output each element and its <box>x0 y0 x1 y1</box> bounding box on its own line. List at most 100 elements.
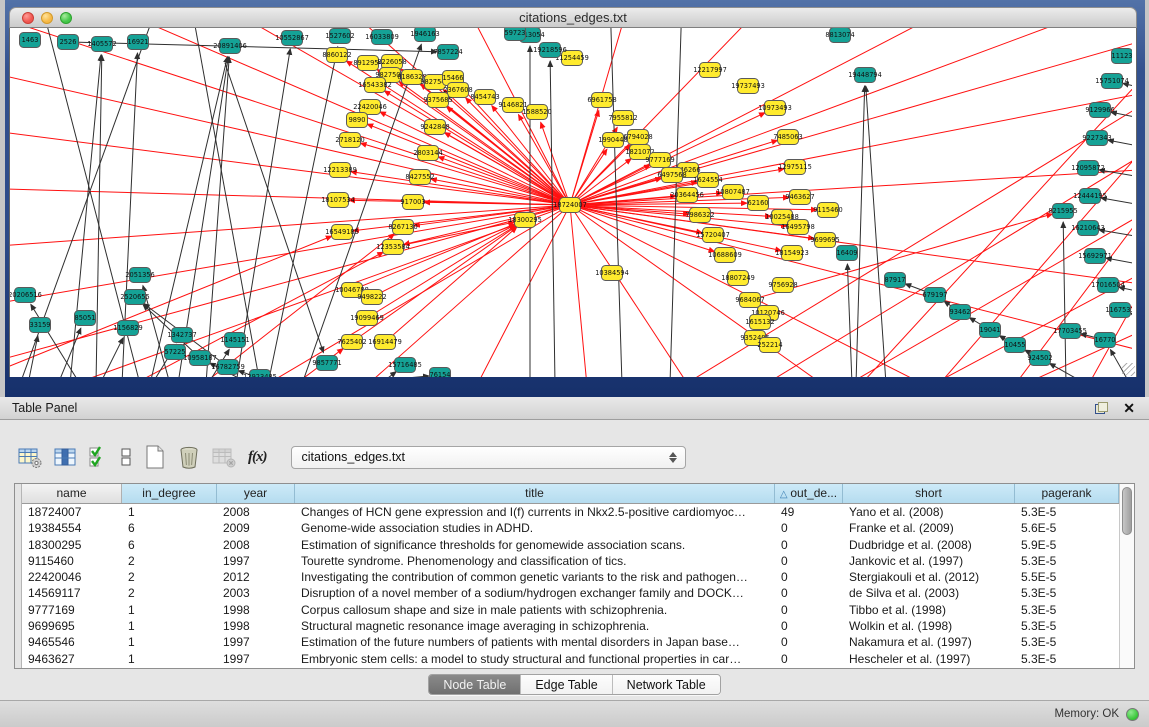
scrollbar-thumb[interactable] <box>1122 487 1132 535</box>
column-header-title[interactable]: title <box>295 484 775 503</box>
delete-rows-trash-icon[interactable] <box>178 445 200 469</box>
table-row[interactable]: 911546021997Tourette syndrome. Phenomeno… <box>22 553 1119 569</box>
table-cell: 1 <box>122 651 217 667</box>
function-builder-icon[interactable]: f(x) <box>248 449 267 466</box>
table-cell: 19384554 <box>22 520 122 536</box>
table-cell: 1 <box>122 602 217 618</box>
table-cell: 5.3E-5 <box>1015 585 1119 601</box>
table-panel-title: Table Panel <box>0 401 77 415</box>
table-cell: Estimation of significance thresholds fo… <box>295 537 775 553</box>
table-cell: 2008 <box>217 504 295 520</box>
graph-node-label: 10973493 <box>758 104 792 112</box>
network-window-titlebar[interactable]: citations_edges.txt <box>9 7 1137 28</box>
graph-node-label: 1588520 <box>522 108 551 116</box>
tab-edge-table[interactable]: Edge Table <box>521 675 612 694</box>
table-settings-icon[interactable] <box>18 447 42 468</box>
graph-edge <box>340 376 429 377</box>
graph-edge <box>10 205 570 308</box>
graph-node-label: 10552867 <box>275 34 309 42</box>
column-header-pagerank[interactable]: pagerank <box>1015 484 1119 503</box>
table-row[interactable]: 1830029562008Estimation of significance … <box>22 537 1119 553</box>
minimize-window-button[interactable] <box>41 12 53 24</box>
show-columns-icon[interactable] <box>54 447 76 467</box>
table-selector-dropdown[interactable]: citations_edges.txt <box>291 446 686 469</box>
column-header-in_degree[interactable]: in_degree <box>122 484 217 503</box>
memory-status-led-icon <box>1126 708 1139 721</box>
table-cell: Disruption of a novel member of a sodium… <box>295 585 775 601</box>
column-header-year[interactable]: year <box>217 484 295 503</box>
table-cell: 1998 <box>217 602 295 618</box>
table-cell: de Silva et al. (2003) <box>843 585 1015 601</box>
network-canvas[interactable]: 1872400788601228912954822605898275031654… <box>9 28 1137 377</box>
graph-node-label: 15751074 <box>1095 77 1129 85</box>
graph-edge <box>856 86 865 377</box>
table-cell: 0 <box>775 553 843 569</box>
table-cell: 22420046 <box>22 569 122 585</box>
vertical-scrollbar[interactable] <box>1119 484 1134 668</box>
table-row[interactable]: 977716911998Corpus callosum shape and si… <box>22 602 1119 618</box>
graph-node-label: 15466 <box>443 74 464 82</box>
column-header-out_de[interactable]: △ out_de... <box>775 484 843 503</box>
table-row[interactable]: 1456911722003Disruption of a novel membe… <box>22 585 1119 601</box>
graph-node-label: 1167533 <box>1105 306 1132 314</box>
graph-node-label: 12444195 <box>1073 192 1107 200</box>
graph-edge <box>58 328 81 377</box>
table-row[interactable]: 946554611997Estimation of the future num… <box>22 634 1119 650</box>
table-row[interactable]: 1938455462009Genome-wide association stu… <box>22 520 1119 536</box>
graph-node-label: 9890 <box>349 116 366 124</box>
table-row[interactable]: 969969511998Structural magnetic resonanc… <box>22 618 1119 634</box>
table-cell: 2003 <box>217 585 295 601</box>
graph-node-label: 6961758 <box>587 96 616 104</box>
table-cell: 6 <box>122 537 217 553</box>
graph-node-label: 1615132 <box>745 318 774 326</box>
tab-network-table[interactable]: Network Table <box>613 675 720 694</box>
node-layer: 1872400788601228912954822605898275031654… <box>10 28 1132 377</box>
zoom-window-button[interactable] <box>60 12 72 24</box>
graph-node-label: 9129966 <box>1085 106 1114 114</box>
graph-node-label: 6497568 <box>657 171 686 179</box>
graph-edge <box>1030 368 1132 377</box>
graph-node-label: 33159 <box>30 321 51 329</box>
table-cell: 1 <box>122 618 217 634</box>
graph-edge <box>302 44 421 377</box>
status-bar: Memory: OK <box>0 700 1149 727</box>
graph-node-label: 20364456 <box>670 191 704 199</box>
float-panel-icon[interactable] <box>1095 402 1108 414</box>
table-cell: 18724007 <box>22 504 122 520</box>
table-cell: 9777169 <box>22 602 122 618</box>
table-row[interactable]: 1872400712008Changes of HCN gene express… <box>22 504 1119 520</box>
graph-node-label: 18724007 <box>553 201 587 209</box>
close-panel-icon[interactable]: ✕ <box>1123 402 1135 414</box>
table-cell: 1997 <box>217 634 295 650</box>
table-row[interactable]: 2242004622012Investigating the contribut… <box>22 569 1119 585</box>
tab-node-table[interactable]: Node Table <box>429 675 521 694</box>
resize-grip[interactable] <box>1122 363 1135 376</box>
table-cell: 0 <box>775 520 843 536</box>
graph-node-label: 7955812 <box>608 114 637 122</box>
column-header-name[interactable]: name <box>22 484 122 503</box>
close-window-button[interactable] <box>22 12 34 24</box>
select-columns-icon[interactable] <box>88 446 108 468</box>
table-cell: Stergiakouli et al. (2012) <box>843 569 1015 585</box>
graph-node-label: 10384594 <box>595 269 629 277</box>
table-cell: Nakamura et al. (1997) <box>843 634 1015 650</box>
row-height-icon[interactable] <box>120 446 132 468</box>
graph-node-label: 62160 <box>748 199 769 207</box>
graph-node-label: 76154 <box>430 371 451 377</box>
graph-edge <box>870 258 1132 377</box>
graph-node-label: 10958187 <box>183 354 217 362</box>
graph-node-label: 19737493 <box>731 82 765 90</box>
create-table-icon[interactable] <box>144 445 166 469</box>
graph-node-label: 9699695 <box>810 236 839 244</box>
graph-node-label: 2718120 <box>335 136 364 144</box>
table-cell: 2 <box>122 585 217 601</box>
column-header-short[interactable]: short <box>843 484 1015 503</box>
row-header-gutter <box>15 484 22 668</box>
graph-node-label: 20891406 <box>213 42 247 50</box>
network-desktop: citations_edges.txt 18724007886012289129… <box>5 0 1145 397</box>
table-cell: Dudbridge et al. (2008) <box>843 537 1015 553</box>
table-cell: 2012 <box>217 569 295 585</box>
graph-edge <box>10 128 570 205</box>
table-row[interactable]: 946362711997Embryonic stem cells: a mode… <box>22 651 1119 667</box>
graph-node-label: 59723 <box>505 29 526 37</box>
